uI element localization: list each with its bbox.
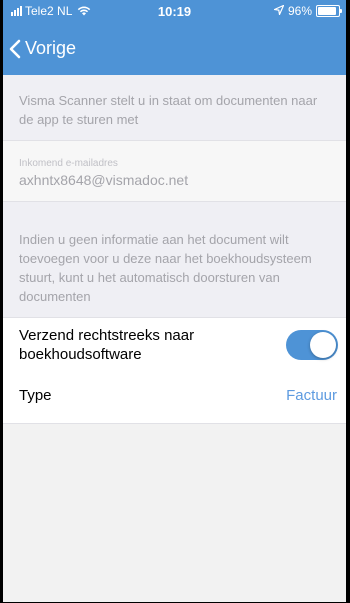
chevron-left-icon [9, 39, 21, 58]
send-direct-row: Verzend rechtstreeks naar boekhoudsoftwa… [3, 317, 346, 371]
email-field[interactable]: Inkomend e-mailadres axhntx8648@vismadoc… [3, 141, 346, 202]
battery-icon [316, 5, 342, 17]
type-row[interactable]: Type Factuur [3, 369, 346, 424]
type-label: Type [19, 387, 52, 404]
info-section: Indien u geen informatie aan het documen… [3, 202, 346, 317]
type-value[interactable]: Factuur [286, 386, 337, 405]
send-direct-label: Verzend rechtstreeks naar boekhoudsoftwa… [19, 327, 195, 363]
status-bar: Tele2 NL 10:19 96% [3, 0, 346, 22]
send-direct-toggle[interactable] [286, 330, 338, 360]
battery-percentage: 96% [287, 4, 312, 18]
back-label: Vorige [25, 38, 77, 58]
intro-text: Visma Scanner stelt u in staat om docume… [19, 93, 318, 127]
back-button[interactable]: Vorige [9, 38, 76, 59]
email-field-value[interactable]: axhntx8648@vismadoc.net [19, 172, 188, 188]
toggle-knob [310, 332, 336, 358]
intro-section: Visma Scanner stelt u in staat om docume… [3, 75, 346, 141]
navigation-header: Tele2 NL 10:19 96% Vorige [3, 0, 346, 75]
status-right: 96% [272, 4, 342, 18]
location-arrow-icon [272, 4, 285, 18]
email-field-label: Inkomend e-mailadres [19, 158, 118, 169]
info-text: Indien u geen informatie aan het documen… [19, 232, 312, 304]
app-screen: Tele2 NL 10:19 96% Vorige Visma Scanner … [3, 0, 346, 602]
